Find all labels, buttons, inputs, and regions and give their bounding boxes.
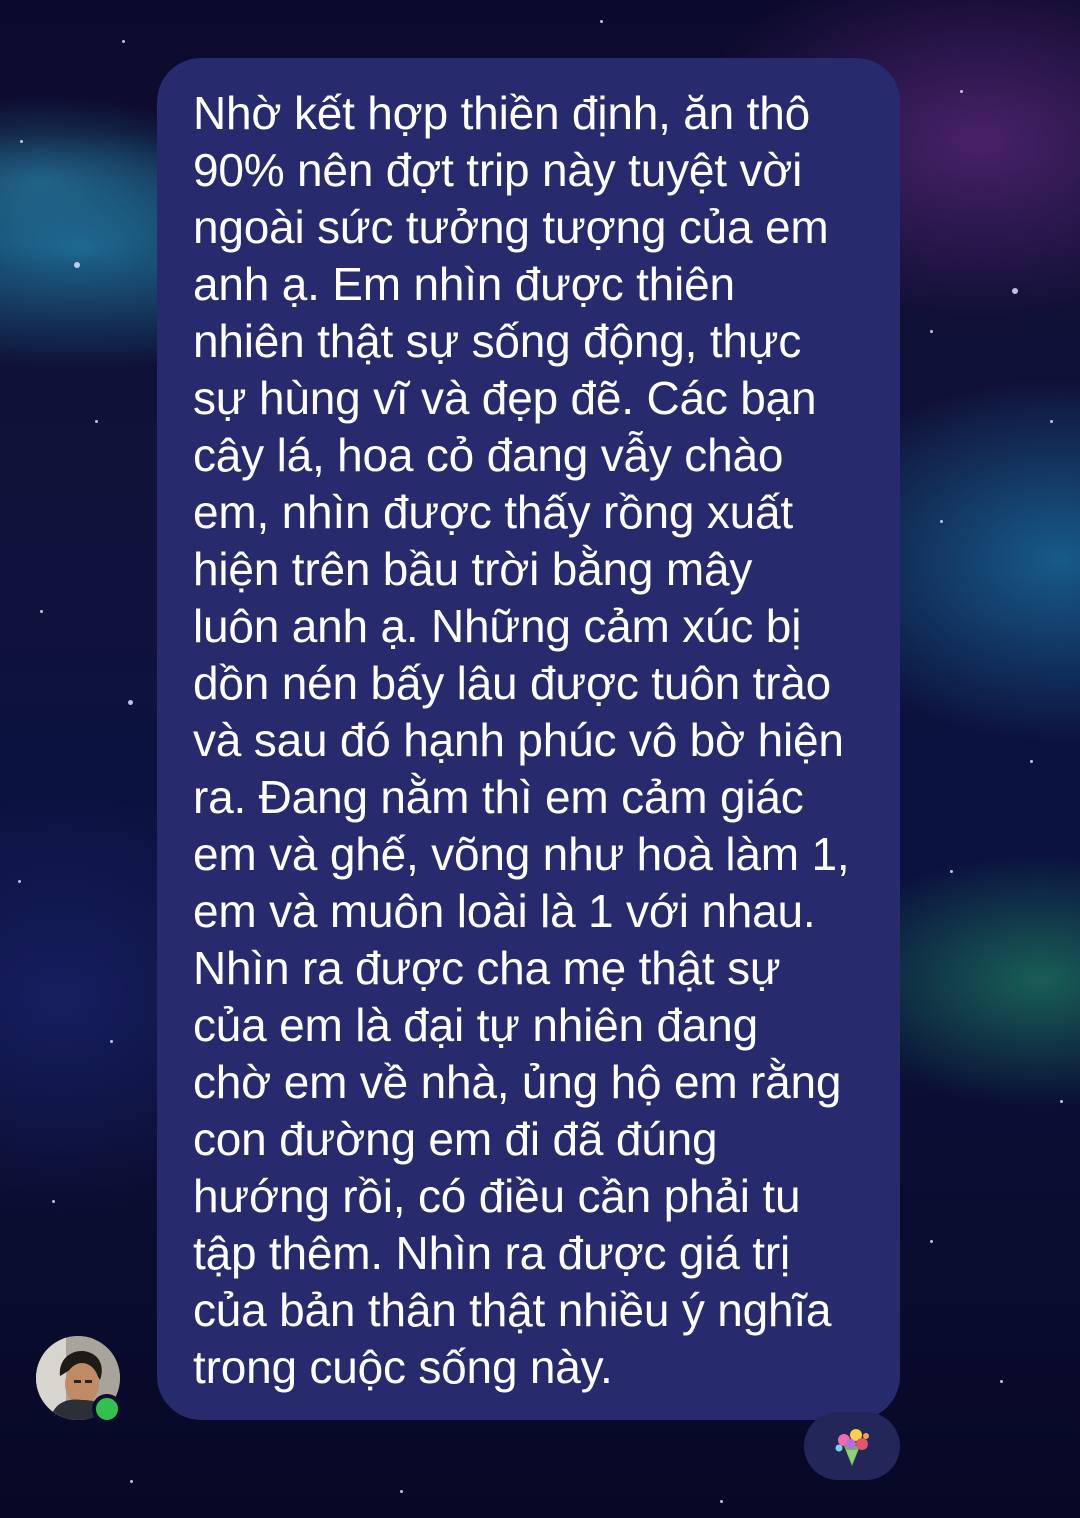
star-decoration (930, 1240, 933, 1243)
star-decoration (1060, 1100, 1063, 1103)
star-decoration (74, 262, 80, 268)
star-decoration (950, 870, 953, 873)
star-decoration (960, 90, 963, 93)
star-decoration (40, 610, 43, 613)
chat-screen: Nhờ kết hợp thiền định, ăn thô 90% nên đ… (0, 0, 1080, 1518)
star-decoration (930, 330, 933, 333)
star-decoration (110, 1040, 113, 1043)
star-decoration (130, 1480, 133, 1483)
star-decoration (400, 1490, 403, 1493)
message-text: Nhờ kết hợp thiền định, ăn thô 90% nên đ… (193, 87, 850, 1393)
online-status-indicator (92, 1394, 122, 1424)
star-decoration (1030, 760, 1033, 763)
star-decoration (52, 1200, 55, 1203)
star-decoration (720, 1500, 723, 1503)
bouquet-icon (835, 1429, 869, 1466)
star-decoration (20, 140, 23, 143)
star-decoration (940, 520, 943, 523)
reaction-chip[interactable] (804, 1412, 900, 1480)
star-decoration (122, 40, 125, 43)
star-decoration (1000, 1380, 1003, 1383)
star-decoration (1012, 288, 1018, 294)
star-decoration (18, 880, 21, 883)
star-decoration (95, 420, 98, 423)
star-decoration (128, 700, 133, 705)
star-decoration (1050, 420, 1053, 423)
message-bubble[interactable]: Nhờ kết hợp thiền định, ăn thô 90% nên đ… (157, 58, 900, 1420)
star-decoration (600, 20, 603, 23)
